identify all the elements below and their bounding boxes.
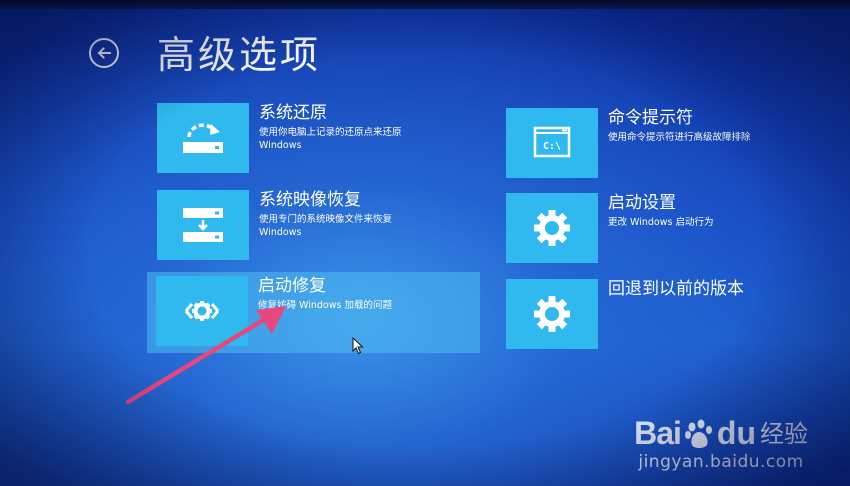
image-recovery-icon <box>183 208 223 242</box>
startup-settings-tile[interactable] <box>506 193 598 263</box>
paw-logo-icon <box>684 419 712 448</box>
cmd-icon-text: C:\ <box>543 141 561 152</box>
mouse-cursor-icon <box>352 337 364 355</box>
previous-version-tile[interactable] <box>506 279 598 349</box>
option-name: 回退到以前的版本 <box>608 279 744 299</box>
system-restore-option[interactable]: 系统还原 使用你电脑上记录的还原点来还原 Windows <box>157 103 402 173</box>
option-description: 使用你电脑上记录的还原点来还原 Windows <box>259 127 402 151</box>
system-image-recovery-option[interactable]: 系统映像恢复 使用专门的系统映像文件来恢复 Windows <box>157 190 392 260</box>
back-button[interactable] <box>89 38 119 68</box>
option-description: 使用命令提示符进行高级故障排除 <box>608 132 751 143</box>
system-image-tile[interactable] <box>157 190 249 260</box>
command-prompt-icon: C:\ <box>533 126 571 158</box>
page-title: 高级选项 <box>157 33 322 77</box>
baidu-jingyan-watermark: Bai du 经验 jingyan.baidu.com <box>634 416 808 472</box>
option-name: 系统映像恢复 <box>259 190 361 210</box>
watermark-domain: jingyan.baidu.com <box>638 452 804 472</box>
watermark-brand-jingyan: 经验 <box>760 420 808 448</box>
previous-version-option[interactable]: 回退到以前的版本 <box>506 279 744 349</box>
back-arrow-icon <box>97 47 111 59</box>
restore-icon <box>183 123 223 153</box>
monitor-bezel <box>0 0 850 9</box>
gear-icon <box>534 210 570 246</box>
option-description: 使用专门的系统映像文件来恢复 Windows <box>259 214 393 238</box>
watermark-brand-bai: Bai <box>634 415 682 451</box>
option-description: 更改 Windows 启动行为 <box>608 217 714 228</box>
watermark-brand-du: du <box>716 415 756 451</box>
command-prompt-option[interactable]: C:\ 命令提示符 使用命令提示符进行高级故障排除 <box>506 108 751 178</box>
system-restore-tile[interactable] <box>157 103 249 173</box>
annotation-arrow <box>125 306 286 405</box>
option-name: 启动修复 <box>258 276 326 296</box>
recovery-screen: 高级选项 系统还原 使用你电脑上记录的还原点来还原 Windows 系统映像恢复… <box>0 0 850 486</box>
option-name: 启动设置 <box>608 193 676 213</box>
command-prompt-tile[interactable]: C:\ <box>506 108 598 178</box>
option-name: 系统还原 <box>259 103 327 123</box>
gear-icon <box>534 296 570 332</box>
startup-settings-option[interactable]: 启动设置 更改 Windows 启动行为 <box>506 193 713 263</box>
option-name: 命令提示符 <box>608 108 693 128</box>
